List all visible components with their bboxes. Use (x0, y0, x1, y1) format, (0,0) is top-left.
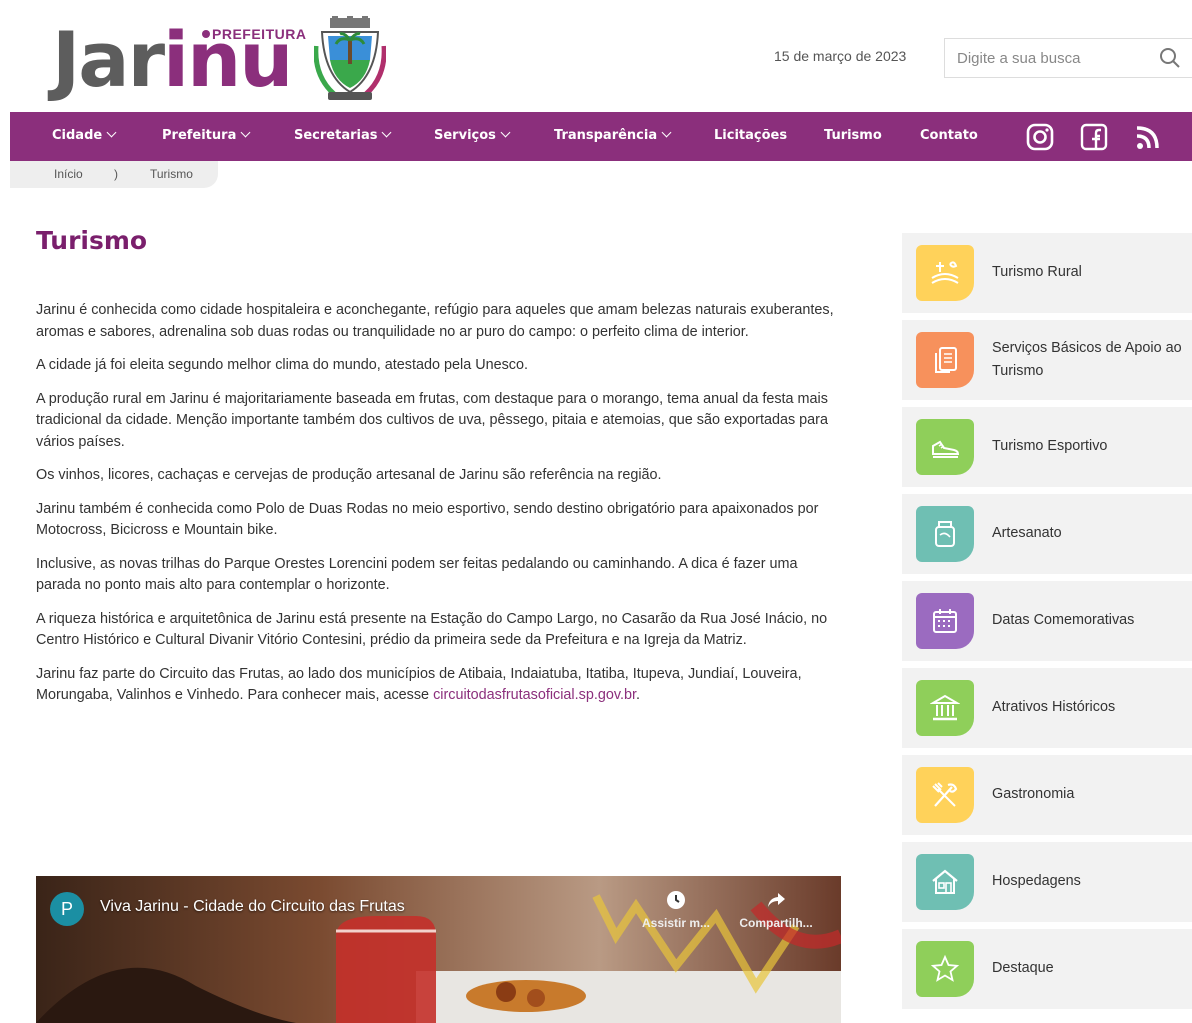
article-paragraph: Jarinu é conhecida como cidade hospitale… (36, 302, 834, 340)
sidebar-icon-box (916, 767, 974, 823)
sidebar-icon-box (916, 419, 974, 475)
nav-item-label: Prefeitura (162, 128, 237, 143)
sidebar-item-label: Serviços Básicos de Apoio ao Turismo (992, 340, 1182, 379)
article-paragraph: A riqueza histórica e arquitetônica de J… (36, 610, 828, 649)
watch-later-button[interactable]: Assistir m... (636, 890, 716, 930)
sidebar-item-label: Destaque (992, 960, 1054, 976)
logo-wordmark-main: Jar (52, 15, 165, 104)
instagram-icon[interactable] (1024, 121, 1056, 153)
site-header: PREFEITURA Jarinu 15 de março de 2023 (0, 0, 1192, 112)
nav-item-servicos[interactable]: Serviços (434, 127, 511, 143)
city-crest-icon (314, 16, 386, 100)
nav-item-label: Turismo (824, 128, 882, 143)
sidebar-item-turismo-esportivo[interactable]: Turismo Esportivo (902, 407, 1192, 487)
sidebar-icon-box (916, 854, 974, 910)
current-date: 15 de março de 2023 (774, 48, 907, 64)
rss-icon[interactable] (1132, 121, 1164, 153)
nav-item-label: Transparência (554, 128, 658, 143)
nav-item-label: Licitações (714, 128, 788, 143)
breadcrumb-separator: ) (114, 167, 118, 181)
main-nav: Cidade Prefeitura Secretarias Serviços T… (10, 112, 1192, 161)
sidebar-item-label: Gastronomia (992, 786, 1075, 802)
sidebar-item-servicos-basicos[interactable]: Serviços Básicos de Apoio ao Turismo (902, 320, 1192, 400)
logo-wordmark-accent: inu (163, 15, 293, 104)
article-paragraph: A cidade já foi eleita segundo melhor cl… (36, 357, 528, 373)
nav-item-secretarias[interactable]: Secretarias (294, 127, 392, 143)
clock-icon (667, 891, 685, 909)
sidebar-item-label: Turismo Rural (992, 264, 1082, 280)
search-box (944, 38, 1192, 78)
museum-icon (930, 694, 960, 721)
sidebar-item-label: Turismo Esportivo (992, 438, 1108, 454)
chevron-down-icon (382, 127, 392, 138)
sidebar-item-datas-comemorativas[interactable]: Datas Comemorativas (902, 581, 1192, 661)
nav-item-label: Serviços (434, 128, 496, 143)
video-embed[interactable]: P Viva Jarinu - Cidade do Circuito das F… (36, 876, 841, 1023)
breadcrumb: Início ) Turismo (10, 161, 218, 188)
share-button[interactable]: Compartilh... (736, 890, 816, 930)
share-icon (768, 893, 785, 907)
nav-item-prefeitura[interactable]: Prefeitura (162, 127, 251, 143)
star-icon (930, 954, 960, 982)
channel-avatar[interactable]: P (50, 892, 84, 926)
article-paragraph: Os vinhos, licores, cachaças e cervejas … (36, 467, 662, 483)
video-title[interactable]: Viva Jarinu - Cidade do Circuito das Fru… (100, 898, 405, 916)
sidebar-icon-box (916, 245, 974, 301)
search-icon[interactable] (1159, 47, 1181, 69)
nav-item-label: Contato (920, 128, 978, 143)
article-paragraph: Inclusive, as novas trilhas do Parque Or… (36, 555, 798, 594)
sidebar-icon-box (916, 680, 974, 736)
article-paragraph: Jarinu também é conhecida como Polo de D… (36, 500, 819, 539)
article-body: Jarinu é conhecida como cidade hospitale… (36, 300, 836, 719)
nav-item-contato[interactable]: Contato (920, 128, 978, 143)
cutlery-icon (932, 782, 958, 807)
nav-item-cidade[interactable]: Cidade (52, 127, 117, 143)
search-input[interactable] (945, 39, 1145, 77)
article-paragraph: A produção rural em Jarinu é majoritaria… (36, 390, 828, 450)
nav-item-label: Secretarias (294, 128, 378, 143)
nav-item-licitacoes[interactable]: Licitações (714, 128, 787, 143)
house-icon (932, 869, 958, 894)
site-logo[interactable]: PREFEITURA Jarinu (52, 14, 392, 106)
craft-jar-icon (935, 521, 955, 547)
article-paragraph-end: . (635, 687, 640, 703)
sidebar-icon-box (916, 593, 974, 649)
nav-item-label: Cidade (52, 128, 103, 143)
watch-later-label: Assistir m... (641, 916, 711, 930)
chevron-down-icon (661, 127, 672, 138)
circuito-link[interactable]: circuitodasfrutasoficial.sp.gov.br (433, 687, 636, 703)
breadcrumb-home-link[interactable]: Início (54, 167, 83, 181)
sidebar-item-label: Artesanato (992, 525, 1062, 541)
article-paragraph-text: Jarinu faz parte do Circuito das Frutas,… (36, 665, 802, 704)
sidebar-icon-box (916, 941, 974, 997)
sidebar-item-artesanato[interactable]: Artesanato (902, 494, 1192, 574)
nav-item-turismo[interactable]: Turismo (824, 128, 882, 143)
sidebar-item-label: Hospedagens (992, 873, 1081, 889)
chevron-down-icon (240, 127, 251, 138)
sidebar-item-destaque[interactable]: Destaque (902, 929, 1192, 1009)
sidebar-item-atrativos-historicos[interactable]: Atrativos Históricos (902, 668, 1192, 748)
article-paragraph-last: Jarinu faz parte do Circuito das Frutas,… (36, 664, 836, 707)
sidebar-item-label: Datas Comemorativas (992, 612, 1135, 628)
sidebar-icon-box (916, 506, 974, 562)
chevron-down-icon (500, 127, 511, 138)
sidebar-item-gastronomia[interactable]: Gastronomia (902, 755, 1192, 835)
sidebar-item-label: Atrativos Históricos (992, 699, 1116, 715)
chevron-down-icon (106, 127, 117, 138)
sneaker-icon (932, 440, 960, 458)
page-title: Turismo (36, 226, 148, 255)
sidebar-item-hospedagens[interactable]: Hospedagens (902, 842, 1192, 922)
sidebar-icon-box (916, 332, 974, 388)
logo-wordmark: Jarinu (52, 20, 293, 100)
share-label: Compartilh... (739, 916, 813, 930)
breadcrumb-current: Turismo (150, 167, 193, 181)
calendar-icon (933, 609, 957, 633)
facebook-icon[interactable] (1078, 121, 1110, 153)
sidebar-item-turismo-rural[interactable]: Turismo Rural (902, 233, 1192, 313)
nav-item-transparencia[interactable]: Transparência (554, 127, 672, 143)
farm-icon (931, 261, 959, 284)
documents-icon (935, 347, 957, 373)
